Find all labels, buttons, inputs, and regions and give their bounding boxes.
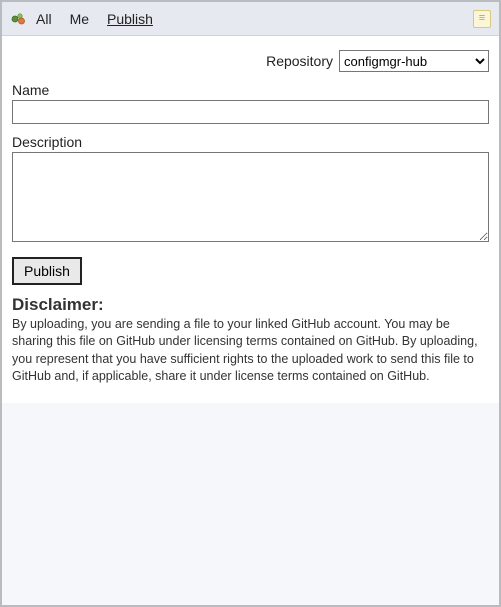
tab-bar: All Me Publish bbox=[36, 11, 153, 27]
window-frame: All Me Publish ≡ Repository configmgr-hu… bbox=[0, 0, 501, 607]
description-input[interactable] bbox=[12, 152, 489, 242]
toolbar: All Me Publish ≡ bbox=[2, 2, 499, 36]
repository-row: Repository configmgr-hub bbox=[12, 50, 489, 72]
tab-me[interactable]: Me bbox=[70, 11, 89, 27]
tab-all[interactable]: All bbox=[36, 11, 52, 27]
description-label: Description bbox=[12, 134, 489, 150]
disclaimer-text: By uploading, you are sending a file to … bbox=[12, 316, 489, 385]
repository-select[interactable]: configmgr-hub bbox=[339, 50, 489, 72]
tab-publish[interactable]: Publish bbox=[107, 11, 153, 27]
community-hub-icon bbox=[10, 11, 26, 27]
publish-form: Repository configmgr-hub Name Descriptio… bbox=[2, 36, 499, 403]
name-label: Name bbox=[12, 82, 489, 98]
disclaimer-heading: Disclaimer: bbox=[12, 295, 489, 315]
name-input[interactable] bbox=[12, 100, 489, 124]
publish-button[interactable]: Publish bbox=[12, 257, 82, 285]
menu-button[interactable]: ≡ bbox=[473, 10, 491, 28]
menu-icon: ≡ bbox=[479, 13, 485, 24]
repository-label: Repository bbox=[266, 53, 333, 69]
